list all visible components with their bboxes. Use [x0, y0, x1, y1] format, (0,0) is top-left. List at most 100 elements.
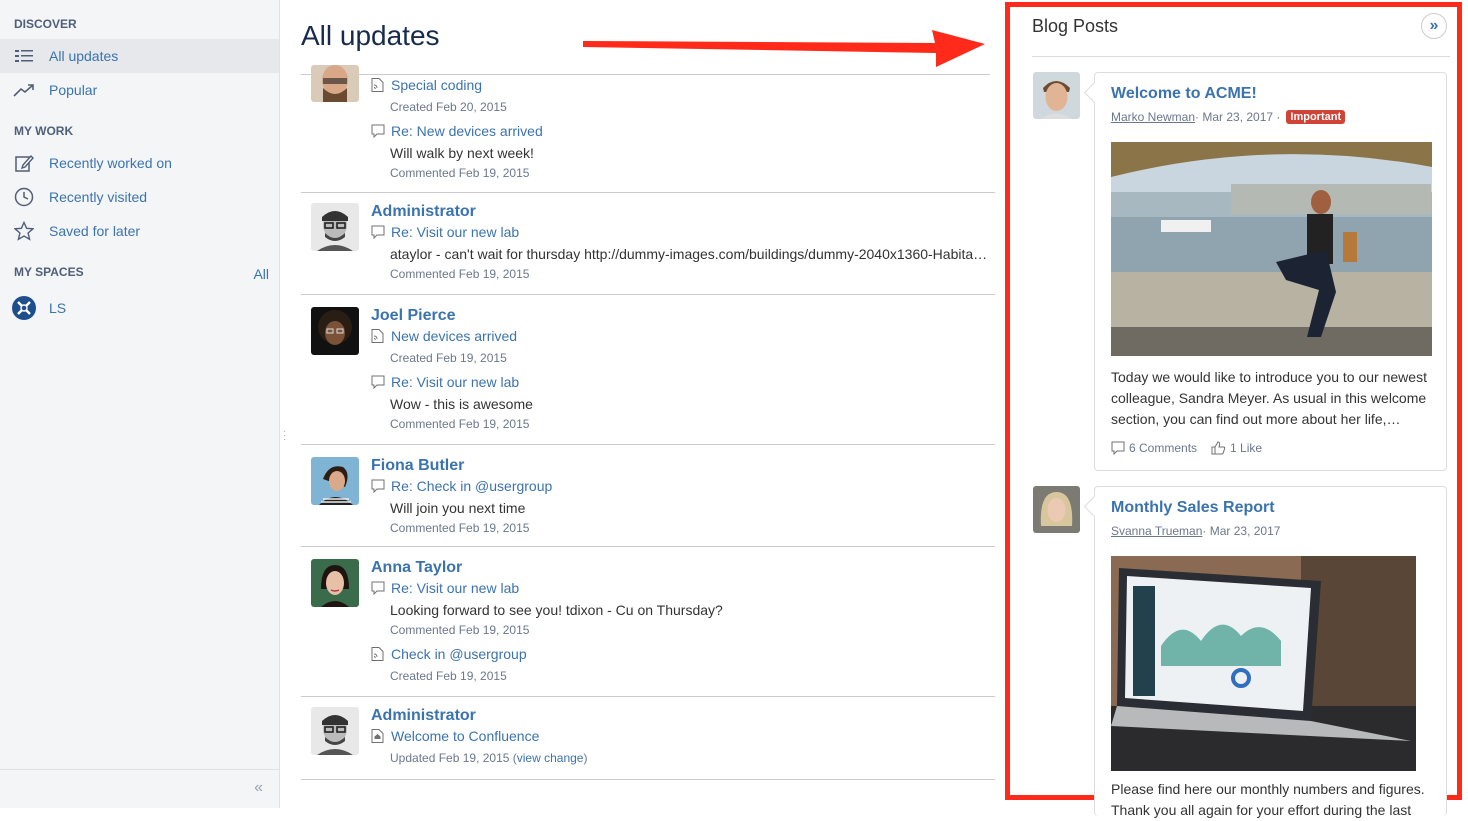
- activity-meta: Commented Feb 19, 2015: [390, 521, 530, 535]
- blog-post-card[interactable]: Welcome to ACME! Marko Newman · Mar 23, …: [1094, 72, 1447, 471]
- star-icon: [12, 221, 36, 241]
- all-spaces-link[interactable]: All: [253, 266, 269, 282]
- activity-title[interactable]: Check in @usergroup: [391, 646, 527, 662]
- avatar[interactable]: [311, 65, 359, 102]
- activity-item[interactable]: Special coding: [371, 77, 482, 93]
- meta-text-end: ): [583, 751, 588, 765]
- activity-item[interactable]: Re: Check in @usergroup: [371, 478, 552, 494]
- activity-title[interactable]: Re: Check in @usergroup: [391, 478, 552, 494]
- author-name[interactable]: Anna Taylor: [371, 559, 462, 577]
- avatar[interactable]: [311, 707, 359, 755]
- post-actions: 6 Comments 1 Like: [1111, 441, 1262, 455]
- activity-title[interactable]: Welcome to Confluence: [391, 728, 539, 744]
- post-author[interactable]: Svanna Trueman: [1111, 524, 1202, 538]
- activity-item[interactable]: Re: Visit our new lab: [371, 224, 519, 240]
- sidebar-item-label: All updates: [49, 48, 119, 64]
- sidebar-item-saved-for-later[interactable]: Saved for later: [0, 214, 279, 248]
- activity-title[interactable]: Special coding: [391, 77, 482, 93]
- activity-meta: Created Feb 20, 2015: [390, 100, 507, 114]
- blog-post-card[interactable]: Monthly Sales Report Svanna Trueman · Ma…: [1094, 486, 1447, 818]
- comments-link[interactable]: 6 Comments: [1129, 441, 1197, 455]
- discover-heading: DISCOVER: [14, 17, 77, 31]
- annotation-arrow: [583, 30, 985, 67]
- edit-icon: [12, 153, 36, 173]
- comment-icon: [371, 225, 385, 239]
- activity-item[interactable]: Re: New devices arrived: [371, 123, 543, 139]
- comment-text: Wow - this is awesome: [390, 396, 533, 412]
- avatar[interactable]: [311, 457, 359, 505]
- author-name[interactable]: Joel Pierce: [371, 307, 456, 325]
- activity-meta: Commented Feb 19, 2015: [390, 417, 530, 431]
- activity-item[interactable]: Welcome to Confluence: [371, 728, 539, 744]
- like-icon: [1211, 441, 1226, 455]
- comment-text: Looking forward to see you! tdixon - Cu …: [390, 602, 723, 618]
- sidebar-item-popular[interactable]: Popular: [0, 73, 279, 107]
- comment-icon: [371, 375, 385, 389]
- view-change-link[interactable]: view change: [517, 751, 584, 765]
- sidebar-item-recently-visited[interactable]: Recently visited: [0, 180, 279, 214]
- resize-handle[interactable]: · · ·: [283, 427, 286, 445]
- avatar[interactable]: [311, 203, 359, 251]
- meta-text: Updated Feb 19, 2015 (: [390, 751, 517, 765]
- author-name[interactable]: Administrator: [371, 203, 476, 221]
- comment-text: Will walk by next week!: [390, 145, 534, 161]
- post-image[interactable]: [1111, 556, 1416, 776]
- post-date: · Mar 23, 2017: [1202, 524, 1281, 538]
- sidebar: DISCOVER All updates Popular MY WORK Rec…: [0, 0, 280, 808]
- divider: [1032, 56, 1450, 57]
- likes-link[interactable]: 1 Like: [1230, 441, 1262, 455]
- clock-icon: [12, 187, 36, 207]
- activity-title[interactable]: New devices arrived: [391, 328, 517, 344]
- home-page-icon: [371, 729, 385, 743]
- post-title[interactable]: Monthly Sales Report: [1111, 499, 1275, 517]
- activity-title[interactable]: Re: New devices arrived: [391, 123, 543, 139]
- activity-title[interactable]: Re: Visit our new lab: [391, 224, 519, 240]
- activity-feed: Special coding Created Feb 20, 2015 Re: …: [301, 65, 995, 780]
- avatar[interactable]: [311, 307, 359, 355]
- comment-icon: [371, 581, 385, 595]
- expand-panel-button[interactable]: »: [1421, 13, 1447, 39]
- feed-entry: Administrator Welcome to Confluence Upda…: [301, 697, 995, 780]
- activity-item[interactable]: Re: Visit our new lab: [371, 580, 519, 596]
- sidebar-item-label: Recently worked on: [49, 155, 172, 171]
- comment-text: Will join you next time: [390, 500, 526, 516]
- sidebar-footer: «: [0, 769, 279, 808]
- activity-title[interactable]: Re: Visit our new lab: [391, 374, 519, 390]
- author-name[interactable]: Fiona Butler: [371, 457, 464, 475]
- page-title: All updates: [301, 20, 440, 51]
- post-image[interactable]: [1111, 142, 1432, 361]
- post-meta: Marko Newman · Mar 23, 2017 · Important: [1111, 110, 1346, 124]
- sidebar-item-label: Recently visited: [49, 189, 148, 205]
- main-content: All updates Special coding Created Feb 2…: [301, 0, 995, 808]
- space-logo-icon: [12, 296, 36, 320]
- feed-entry: Joel Pierce New devices arrived Created …: [301, 295, 995, 445]
- post-author[interactable]: Marko Newman: [1111, 110, 1195, 124]
- list-icon: [12, 48, 36, 64]
- avatar[interactable]: [1033, 486, 1080, 533]
- page-icon: [371, 78, 385, 92]
- mywork-heading: MY WORK: [14, 124, 74, 138]
- sidebar-item-all-updates[interactable]: All updates: [0, 39, 279, 73]
- post-date: · Mar 23, 2017 ·: [1195, 110, 1281, 124]
- activity-item[interactable]: Re: Visit our new lab: [371, 374, 519, 390]
- feed-entry: Fiona Butler Re: Check in @usergroup Wil…: [301, 445, 995, 547]
- activity-title[interactable]: Re: Visit our new lab: [391, 580, 519, 596]
- comment-icon: [371, 124, 385, 138]
- trending-icon: [12, 82, 36, 98]
- avatar[interactable]: [1033, 72, 1080, 119]
- myspaces-heading: MY SPACES: [14, 265, 84, 279]
- activity-item[interactable]: Check in @usergroup: [371, 646, 527, 662]
- post-meta: Svanna Trueman · Mar 23, 2017: [1111, 524, 1280, 538]
- activity-item[interactable]: New devices arrived: [371, 328, 517, 344]
- sidebar-item-recently-worked-on[interactable]: Recently worked on: [0, 146, 279, 180]
- feed-entry: Special coding Created Feb 20, 2015 Re: …: [301, 65, 995, 193]
- activity-meta: Commented Feb 19, 2015: [390, 623, 530, 637]
- post-excerpt: Please find here our monthly numbers and…: [1111, 781, 1425, 818]
- collapse-sidebar-icon[interactable]: «: [254, 779, 263, 797]
- avatar[interactable]: [311, 559, 359, 607]
- post-title[interactable]: Welcome to ACME!: [1111, 85, 1257, 103]
- sidebar-space-ls[interactable]: LS: [0, 291, 279, 325]
- important-badge: Important: [1286, 110, 1346, 124]
- author-name[interactable]: Administrator: [371, 707, 476, 725]
- post-excerpt: Today we would like to introduce you to …: [1111, 369, 1427, 427]
